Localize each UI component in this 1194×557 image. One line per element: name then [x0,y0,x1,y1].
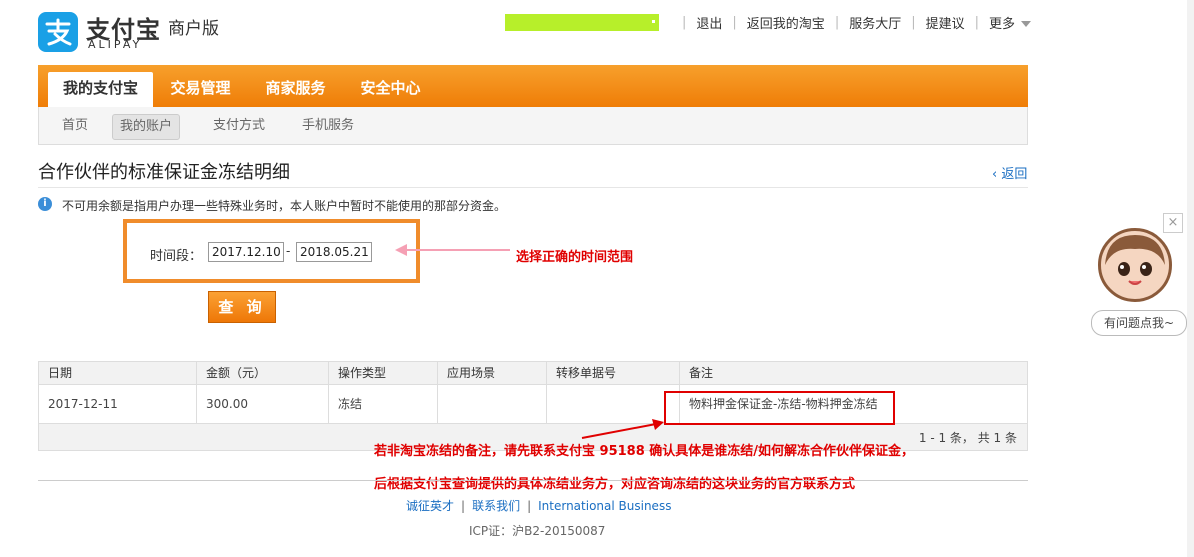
subtab-my-account[interactable]: 我的账户 [112,114,180,140]
main-nav: 我的支付宝 交易管理 商家服务 安全中心 [38,65,1028,107]
annotation-note-line1: 若非淘宝冻结的备注，请先联系支付宝 95188 确认具体是谁冻结/如何解冻合作伙… [374,444,915,459]
helper-avatar[interactable] [1098,228,1172,302]
more-menu[interactable]: 更多 [989,13,1032,32]
col-transfer-number: 转移单据号 [546,362,679,384]
logo-english: ALIPAY [88,38,143,51]
footer-international-link[interactable]: International Business [538,499,671,513]
feedback-link[interactable]: 提建议 [926,13,965,32]
date-range-label: 时间段： [150,249,203,264]
subtab-payment-methods[interactable]: 支付方式 [204,114,274,138]
chevron-left-icon: ‹ [992,167,1002,182]
tab-trade-management[interactable]: 交易管理 [158,72,243,107]
page-title: 合作伙伴的标准保证金冻结明细 [38,162,290,183]
pink-arrow-icon [395,244,510,256]
col-date: 日期 [48,366,73,380]
col-remark: 备注 [679,362,1027,384]
merchant-edition-label: 商户版 [168,19,219,39]
scrollbar[interactable] [1187,0,1194,557]
col-operation-type: 操作类型 [328,362,437,384]
icp-license: ICP证：沪B2-20150087 [469,524,606,538]
date-from-input[interactable] [208,242,284,262]
divider [38,187,1028,188]
remark-highlight [664,391,895,425]
subtab-mobile-services[interactable]: 手机服务 [293,114,363,138]
pagination-info: 1 - 1 条， 共 1 条 [918,431,1017,445]
tab-merchant-services[interactable]: 商家服务 [253,72,338,107]
back-taobao-link[interactable]: 返回我的淘宝 [747,13,825,32]
date-separator: - [286,244,291,258]
helper-close-icon[interactable]: × [1163,213,1183,233]
subtab-home[interactable]: 首页 [51,114,99,138]
annotation-time-hint: 选择正确的时间范围 [516,250,634,265]
logout-link[interactable]: 退出 [696,13,722,32]
cell-operation-type: 冻结 [328,385,437,423]
date-to-input[interactable] [296,242,372,262]
back-link[interactable]: ‹ 返回 [992,163,1027,182]
footer-divider [38,480,1028,481]
cell-amount: 300.00 [196,385,328,423]
query-button[interactable]: 查 询 [208,291,276,323]
table-header: 日期 金额（元） 操作类型 应用场景 转移单据号 备注 [39,362,1027,385]
annotation-note-line2: 后根据支付宝查询提供的具体冻结业务方，对应咨询冻结的这块业务的官方联系方式 [374,477,856,492]
footer-contact-link[interactable]: 联系我们 [472,499,520,513]
footer-links: 诚征英才 | 联系我们 | International Business [406,499,672,513]
service-hall-link[interactable]: 服务大厅 [849,13,901,32]
user-name-redacted[interactable] [505,14,659,31]
col-amount: 金额（元） [196,362,328,384]
tab-my-alipay[interactable]: 我的支付宝 [48,72,153,107]
footer-careers-link[interactable]: 诚征英才 [406,499,454,513]
chevron-down-icon [1021,21,1032,27]
col-scenario: 应用场景 [437,362,546,384]
top-links: | 退出 | 返回我的淘宝 | 服务大厅 | 提建议 | 更多 [672,13,1032,32]
helper-bubble[interactable]: 有问题点我~ [1091,310,1187,336]
cell-date: 2017-12-11 [48,397,118,411]
cell-scenario [437,385,546,423]
tab-security-center[interactable]: 安全中心 [348,72,433,107]
red-arrow-icon [581,419,664,439]
sub-nav: 首页 我的账户 支付方式 手机服务 [38,107,1028,145]
alipay-logo-icon [38,12,78,52]
info-text: 不可用余额是指用户办理一些特殊业务时，本人账户中暂时不能使用的那部分资金。 [62,199,507,213]
info-icon: i [38,197,52,211]
